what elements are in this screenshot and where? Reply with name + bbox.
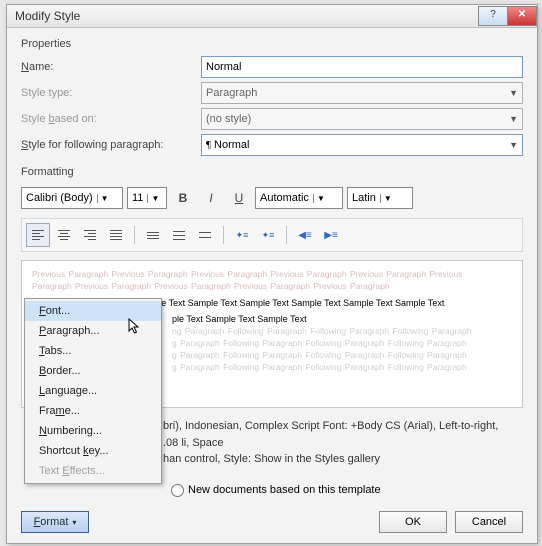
new-docs-radio[interactable]: New documents based on this template xyxy=(171,484,381,497)
following-label: Style for following paragraph: xyxy=(21,139,201,151)
space-before-inc-button[interactable]: ✦≡ xyxy=(230,223,254,247)
style-based-dropdown: (no style) ▼ xyxy=(201,108,523,130)
align-left-button[interactable] xyxy=(26,223,50,247)
formatting-heading: Formatting xyxy=(21,166,523,178)
spacing-1-button[interactable] xyxy=(141,223,165,247)
following-dropdown[interactable]: ¶ Normal ▼ xyxy=(201,134,523,156)
name-input[interactable] xyxy=(201,56,523,78)
following-value: Normal xyxy=(214,139,249,151)
menu-item-border[interactable]: Border... xyxy=(25,361,161,381)
align-justify-icon xyxy=(110,230,122,240)
style-based-value: (no style) xyxy=(206,113,251,125)
menu-item-font[interactable]: Font... xyxy=(25,301,161,321)
align-center-button[interactable] xyxy=(52,223,76,247)
size-combo[interactable]: 11▼ xyxy=(127,187,167,209)
menu-item-numbering[interactable]: Numbering... xyxy=(25,421,161,441)
chevron-down-icon: ▼ xyxy=(509,140,518,150)
align-justify-button[interactable] xyxy=(104,223,128,247)
script-combo[interactable]: Latin▼ xyxy=(347,187,413,209)
italic-button[interactable]: I xyxy=(199,186,223,210)
chevron-down-icon: ▼ xyxy=(509,114,518,124)
font-value: Calibri (Body) xyxy=(22,192,97,204)
align-left-icon xyxy=(32,230,44,240)
properties-heading: Properties xyxy=(21,38,523,50)
size-value: 11 xyxy=(128,192,147,204)
indent-dec-button[interactable]: ◀≡ xyxy=(293,223,317,247)
align-right-button[interactable] xyxy=(78,223,102,247)
menu-item-text-effects: Text Effects... xyxy=(25,461,161,481)
style-type-dropdown: Paragraph ▼ xyxy=(201,82,523,104)
font-combo[interactable]: Calibri (Body)▼ xyxy=(21,187,123,209)
preview-prev-para: Previous Paragraph Previous Paragraph Pr… xyxy=(32,269,512,281)
menu-indicator-icon: ▾ xyxy=(72,518,76,527)
color-combo[interactable]: Automatic▼ xyxy=(255,187,343,209)
menu-item-tabs[interactable]: Tabs... xyxy=(25,341,161,361)
spacing-icon xyxy=(173,231,185,240)
spacing-icon xyxy=(147,232,159,239)
style-type-label: Style type: xyxy=(21,87,201,99)
align-right-icon xyxy=(84,230,96,240)
color-value: Automatic xyxy=(256,192,313,204)
spacing-2-button[interactable] xyxy=(193,223,217,247)
bold-button[interactable]: B xyxy=(171,186,195,210)
name-label: Name: xyxy=(21,61,201,73)
cancel-button[interactable]: Cancel xyxy=(455,511,523,533)
style-type-value: Paragraph xyxy=(206,87,257,99)
help-button[interactable]: ? xyxy=(478,6,507,26)
script-value: Latin xyxy=(348,192,380,204)
close-button[interactable]: ✕ xyxy=(507,6,537,26)
format-label: Format xyxy=(34,516,69,528)
align-center-icon xyxy=(58,230,70,240)
spacing-15-button[interactable] xyxy=(167,223,191,247)
menu-item-paragraph[interactable]: Paragraph... xyxy=(25,321,161,341)
underline-button[interactable]: U xyxy=(227,186,251,210)
style-based-label: Style based on: xyxy=(21,113,201,125)
chevron-down-icon: ▼ xyxy=(509,88,518,98)
preview-prev-para: Paragraph Previous Paragraph Previous Pa… xyxy=(32,281,512,293)
space-before-dec-button[interactable]: ✦≡ xyxy=(256,223,280,247)
menu-item-language[interactable]: Language... xyxy=(25,381,161,401)
format-menu: Font... Paragraph... Tabs... Border... L… xyxy=(24,298,162,484)
new-docs-label: New documents based on this template xyxy=(188,484,381,496)
menu-item-frame[interactable]: Frame... xyxy=(25,401,161,421)
menu-item-shortcut[interactable]: Shortcut key... xyxy=(25,441,161,461)
spacing-icon xyxy=(199,232,211,238)
indent-inc-button[interactable]: ▶≡ xyxy=(319,223,343,247)
ok-button[interactable]: OK xyxy=(379,511,447,533)
format-button[interactable]: Format▾ xyxy=(21,511,89,533)
titlebar: Modify Style ? ✕ xyxy=(7,5,537,28)
dialog-title: Modify Style xyxy=(15,9,80,23)
